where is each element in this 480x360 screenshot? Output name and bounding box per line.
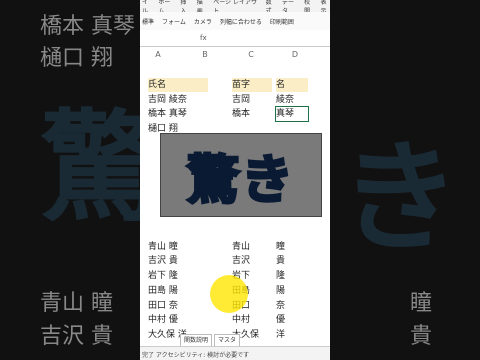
status-text: 完了 アクセシビリティ: 検討が必要です — [142, 352, 250, 359]
formula-bar[interactable]: fx — [140, 30, 330, 47]
header-cell[interactable]: 氏名 — [148, 78, 208, 92]
table-cell[interactable]: 奈 — [276, 299, 308, 313]
bg-name-3: 青山 瞳 — [40, 291, 113, 316]
table-cell[interactable] — [148, 225, 208, 239]
background-left: 橋本 真琴 樋口 翔 驚 青山 瞳 吉沢 貴 — [0, 0, 140, 360]
toolbar-item[interactable]: カメラ — [194, 17, 212, 26]
table-cell[interactable]: 瞳 — [276, 240, 308, 254]
table-cell[interactable]: 陽 — [276, 284, 308, 298]
table-cell[interactable]: 橋本 真琴 — [148, 107, 208, 121]
table-cell[interactable]: 田島 陽 — [148, 284, 208, 298]
table-cell[interactable]: 中村 優 — [148, 313, 208, 327]
table-cell[interactable] — [232, 225, 272, 239]
table-cell[interactable]: 中村 — [232, 313, 272, 327]
table-cell[interactable]: 青山 瞳 — [148, 240, 208, 254]
table-cell[interactable]: 真琴 — [275, 106, 309, 123]
table-cell[interactable]: 貴 — [276, 254, 308, 268]
toolbar-item[interactable]: フォーム — [162, 17, 186, 26]
table-cell[interactable]: 吉岡 綾奈 — [148, 93, 208, 107]
col-header-b[interactable]: B — [190, 50, 220, 62]
bg-name-2: 樋口 翔 — [40, 46, 113, 71]
background-right: き 瞳 貴 — [330, 0, 480, 360]
table-cell[interactable]: 吉沢 — [232, 254, 272, 268]
ribbon-tabs: イルホーム挿入描画ページ レイアウト数式データ校閲表示 — [140, 0, 330, 15]
table-cell[interactable]: 綾奈 — [276, 93, 308, 107]
table-cell[interactable]: 吉沢 貴 — [148, 254, 208, 268]
toolbar-item[interactable]: 列幅に合わせる — [220, 17, 262, 26]
header-cell[interactable]: 名 — [276, 78, 308, 92]
col-header-a[interactable]: A — [148, 50, 168, 62]
col-header-d[interactable]: D — [280, 50, 310, 62]
toolbar-item[interactable]: 印刷範囲 — [270, 17, 294, 26]
table-cell[interactable]: 岩下 隆 — [148, 269, 208, 283]
bg-right-1: 瞳 — [410, 291, 433, 316]
bg-deco-left: 驚 — [40, 99, 140, 238]
bg-name-4: 吉沢 貴 — [40, 324, 113, 349]
cursor-highlight — [210, 275, 248, 313]
bg-name-1: 橋本 真琴 — [40, 14, 135, 39]
table-cell[interactable]: 吉岡 — [232, 93, 272, 107]
table-cell[interactable]: 洋 — [276, 328, 308, 342]
caption-overlay: 驚き — [160, 133, 322, 217]
table-cell[interactable]: 優 — [276, 313, 308, 327]
status-bar: 完了 アクセシビリティ: 検討が必要です — [140, 346, 330, 360]
col-header-c[interactable]: C — [236, 50, 266, 62]
table-cell[interactable]: 橋本 — [232, 107, 272, 121]
bg-deco-right: き — [340, 129, 460, 268]
table-cell[interactable]: 青山 — [232, 240, 272, 254]
table-cell[interactable] — [276, 225, 308, 239]
fx-icon: fx — [200, 34, 207, 42]
toolbar-item[interactable]: 標準 — [142, 17, 154, 26]
bg-right-2: 貴 — [410, 324, 433, 349]
table-cell[interactable]: 隆 — [276, 269, 308, 283]
toolbar: 標準 フォーム カメラ 列幅に合わせる 印刷範囲 — [140, 12, 330, 31]
header-cell[interactable]: 苗字 — [232, 78, 272, 92]
table-cell[interactable]: 田口 奈 — [148, 299, 208, 313]
caption-text: 驚き — [185, 149, 295, 212]
